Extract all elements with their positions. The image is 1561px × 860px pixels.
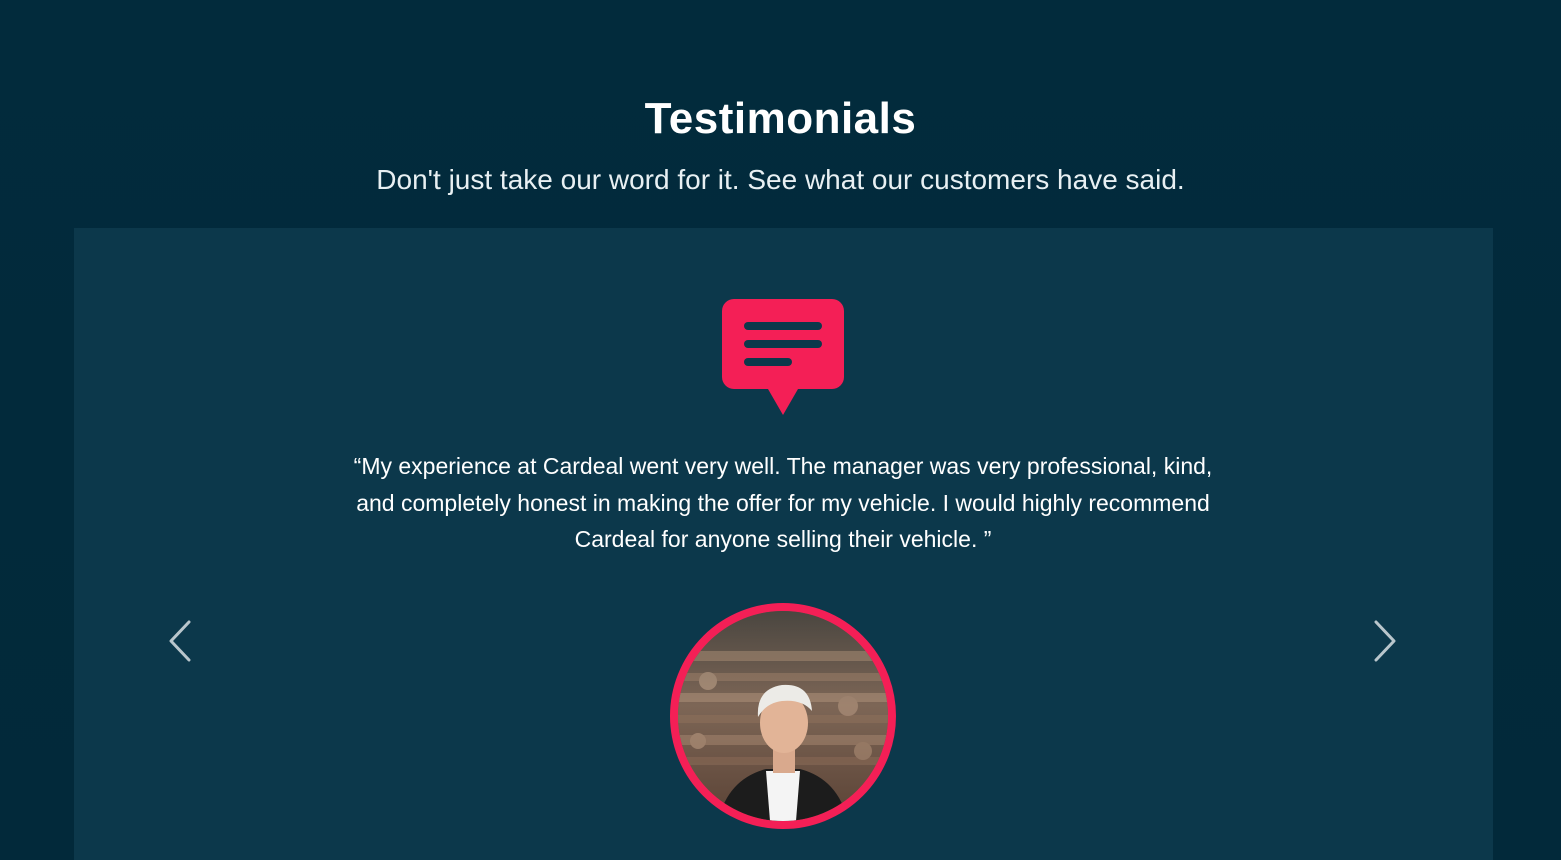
chevron-right-icon [1374, 620, 1396, 662]
chat-bubble-icon [722, 299, 844, 417]
testimonial-quote: “My experience at Cardeal went very well… [353, 453, 1213, 552]
testimonials-section: Testimonials Don't just take our word fo… [0, 0, 1561, 860]
section-title: Testimonials [644, 94, 917, 143]
testimonial-card: “My experience at Cardeal went very well… [74, 228, 1493, 860]
chevron-left-icon [169, 620, 191, 662]
carousel-next-button[interactable] [1367, 616, 1403, 666]
section-subtitle: Don't just take our word for it. See wha… [376, 164, 1185, 195]
customer-avatar [670, 603, 896, 829]
carousel-prev-button[interactable] [162, 616, 198, 666]
